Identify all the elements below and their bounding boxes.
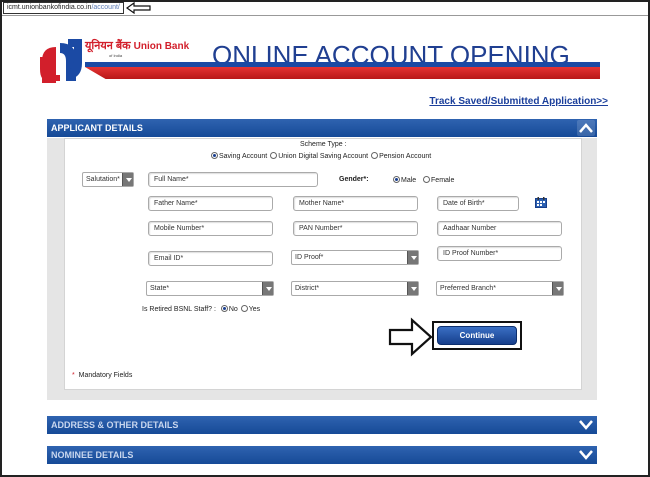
- header-red-stripe: [85, 67, 600, 79]
- section-applicant-title: APPLICANT DETAILS: [51, 123, 143, 133]
- scheme-saving-radio[interactable]: [211, 152, 218, 159]
- scheme-pension-label: Pension Account: [379, 153, 432, 160]
- section-address-title: ADDRESS & OTHER DETAILS: [51, 420, 179, 430]
- dob-input[interactable]: Date of Birth*: [437, 196, 519, 211]
- district-select[interactable]: District*: [291, 281, 419, 296]
- url-path: /account/: [91, 3, 120, 11]
- mobile-number-input[interactable]: Mobile Number*: [148, 221, 273, 236]
- scheme-saving-label: Saving Account: [219, 153, 268, 160]
- address-bar[interactable]: icmt.unionbankofindia.co.in/account/: [3, 1, 152, 14]
- salutation-value: Salutation*: [86, 176, 120, 183]
- mandatory-text: Mandatory Fields: [78, 372, 133, 379]
- union-bank-logo-icon: [40, 39, 82, 83]
- scheme-pension-radio[interactable]: [371, 152, 379, 159]
- full-name-input[interactable]: Full Name*: [148, 172, 318, 187]
- scheme-type-options: Saving Account Union Digital Saving Acco…: [210, 152, 431, 160]
- gender-label: Gender*:: [339, 176, 369, 183]
- brand-subline: of India: [109, 53, 123, 58]
- gender-female-label: Female: [431, 177, 455, 184]
- father-name-input[interactable]: Father Name*: [148, 196, 273, 211]
- chevron-down-icon: [122, 173, 133, 186]
- url-text[interactable]: icmt.unionbankofindia.co.in/account/: [3, 1, 124, 14]
- continue-button[interactable]: Continue: [437, 326, 517, 345]
- bsnl-yes-radio[interactable]: [240, 305, 248, 312]
- section-address-header[interactable]: ADDRESS & OTHER DETAILS: [47, 416, 597, 434]
- bsnl-yes-label: Yes: [248, 306, 261, 313]
- chevron-down-icon: [552, 282, 563, 295]
- brand-name: यूनियन बैंक Union Bank of India: [85, 38, 189, 58]
- gender-male-radio[interactable]: [393, 176, 400, 183]
- chevron-down-icon: [262, 282, 273, 295]
- section-nominee-header[interactable]: NOMINEE DETAILS: [47, 446, 597, 464]
- bsnl-staff-row: Is Retired BSNL Staff? : No Yes: [142, 305, 260, 313]
- header-divider: [2, 15, 648, 16]
- salutation-select[interactable]: Salutation*: [82, 172, 134, 187]
- state-select[interactable]: State*: [146, 281, 274, 296]
- aadhaar-number-input[interactable]: Aadhaar Number: [437, 221, 562, 236]
- url-domain: icmt.unionbankofindia.co.in: [7, 3, 92, 11]
- id-proof-value: ID Proof*: [295, 254, 324, 261]
- mother-name-input[interactable]: Mother Name*: [293, 196, 418, 211]
- chevron-down-icon[interactable]: [577, 447, 595, 463]
- gender-female-radio[interactable]: [423, 176, 431, 183]
- branch-value: Preferred Branch*: [440, 285, 497, 292]
- chevron-down-icon: [407, 251, 418, 264]
- pointer-arrow-icon: [125, 1, 151, 14]
- calendar-icon[interactable]: [535, 197, 547, 208]
- state-value: State*: [150, 285, 170, 292]
- bsnl-no-label: No: [228, 306, 238, 313]
- preferred-branch-select[interactable]: Preferred Branch*: [436, 281, 564, 296]
- continue-highlight: Continue: [432, 321, 522, 350]
- brand-english-name: Union Bank: [133, 41, 190, 52]
- brand-hindi-name: यूनियन बैंक: [85, 40, 131, 52]
- gender-options: Male Female: [392, 176, 454, 184]
- district-value: District*: [295, 285, 320, 292]
- section-nominee-title: NOMINEE DETAILS: [51, 450, 134, 460]
- chevron-down-icon[interactable]: [577, 417, 595, 433]
- mandatory-note: * Mandatory Fields: [72, 372, 132, 379]
- scheme-digital-label: Union Digital Saving Account: [278, 153, 369, 160]
- email-input[interactable]: Email ID*: [148, 251, 273, 266]
- gender-male-label: Male: [401, 177, 417, 184]
- scheme-type-label: Scheme Type :: [300, 141, 347, 148]
- chevron-up-icon[interactable]: [577, 120, 595, 136]
- track-application-link[interactable]: Track Saved/Submitted Application>>: [429, 96, 608, 107]
- pan-number-input[interactable]: PAN Number*: [293, 221, 418, 236]
- bsnl-staff-label: Is Retired BSNL Staff? :: [142, 306, 216, 313]
- section-applicant-header[interactable]: APPLICANT DETAILS: [47, 119, 597, 137]
- id-proof-number-input[interactable]: ID Proof Number*: [437, 246, 562, 261]
- header-blue-stripe: [85, 62, 600, 67]
- id-proof-select[interactable]: ID Proof*: [291, 250, 419, 265]
- mandatory-star: *: [72, 372, 75, 379]
- chevron-down-icon: [407, 282, 418, 295]
- bsnl-no-radio[interactable]: [220, 305, 228, 312]
- scheme-digital-radio[interactable]: [270, 152, 278, 159]
- pointer-arrow-right-icon: [388, 317, 433, 357]
